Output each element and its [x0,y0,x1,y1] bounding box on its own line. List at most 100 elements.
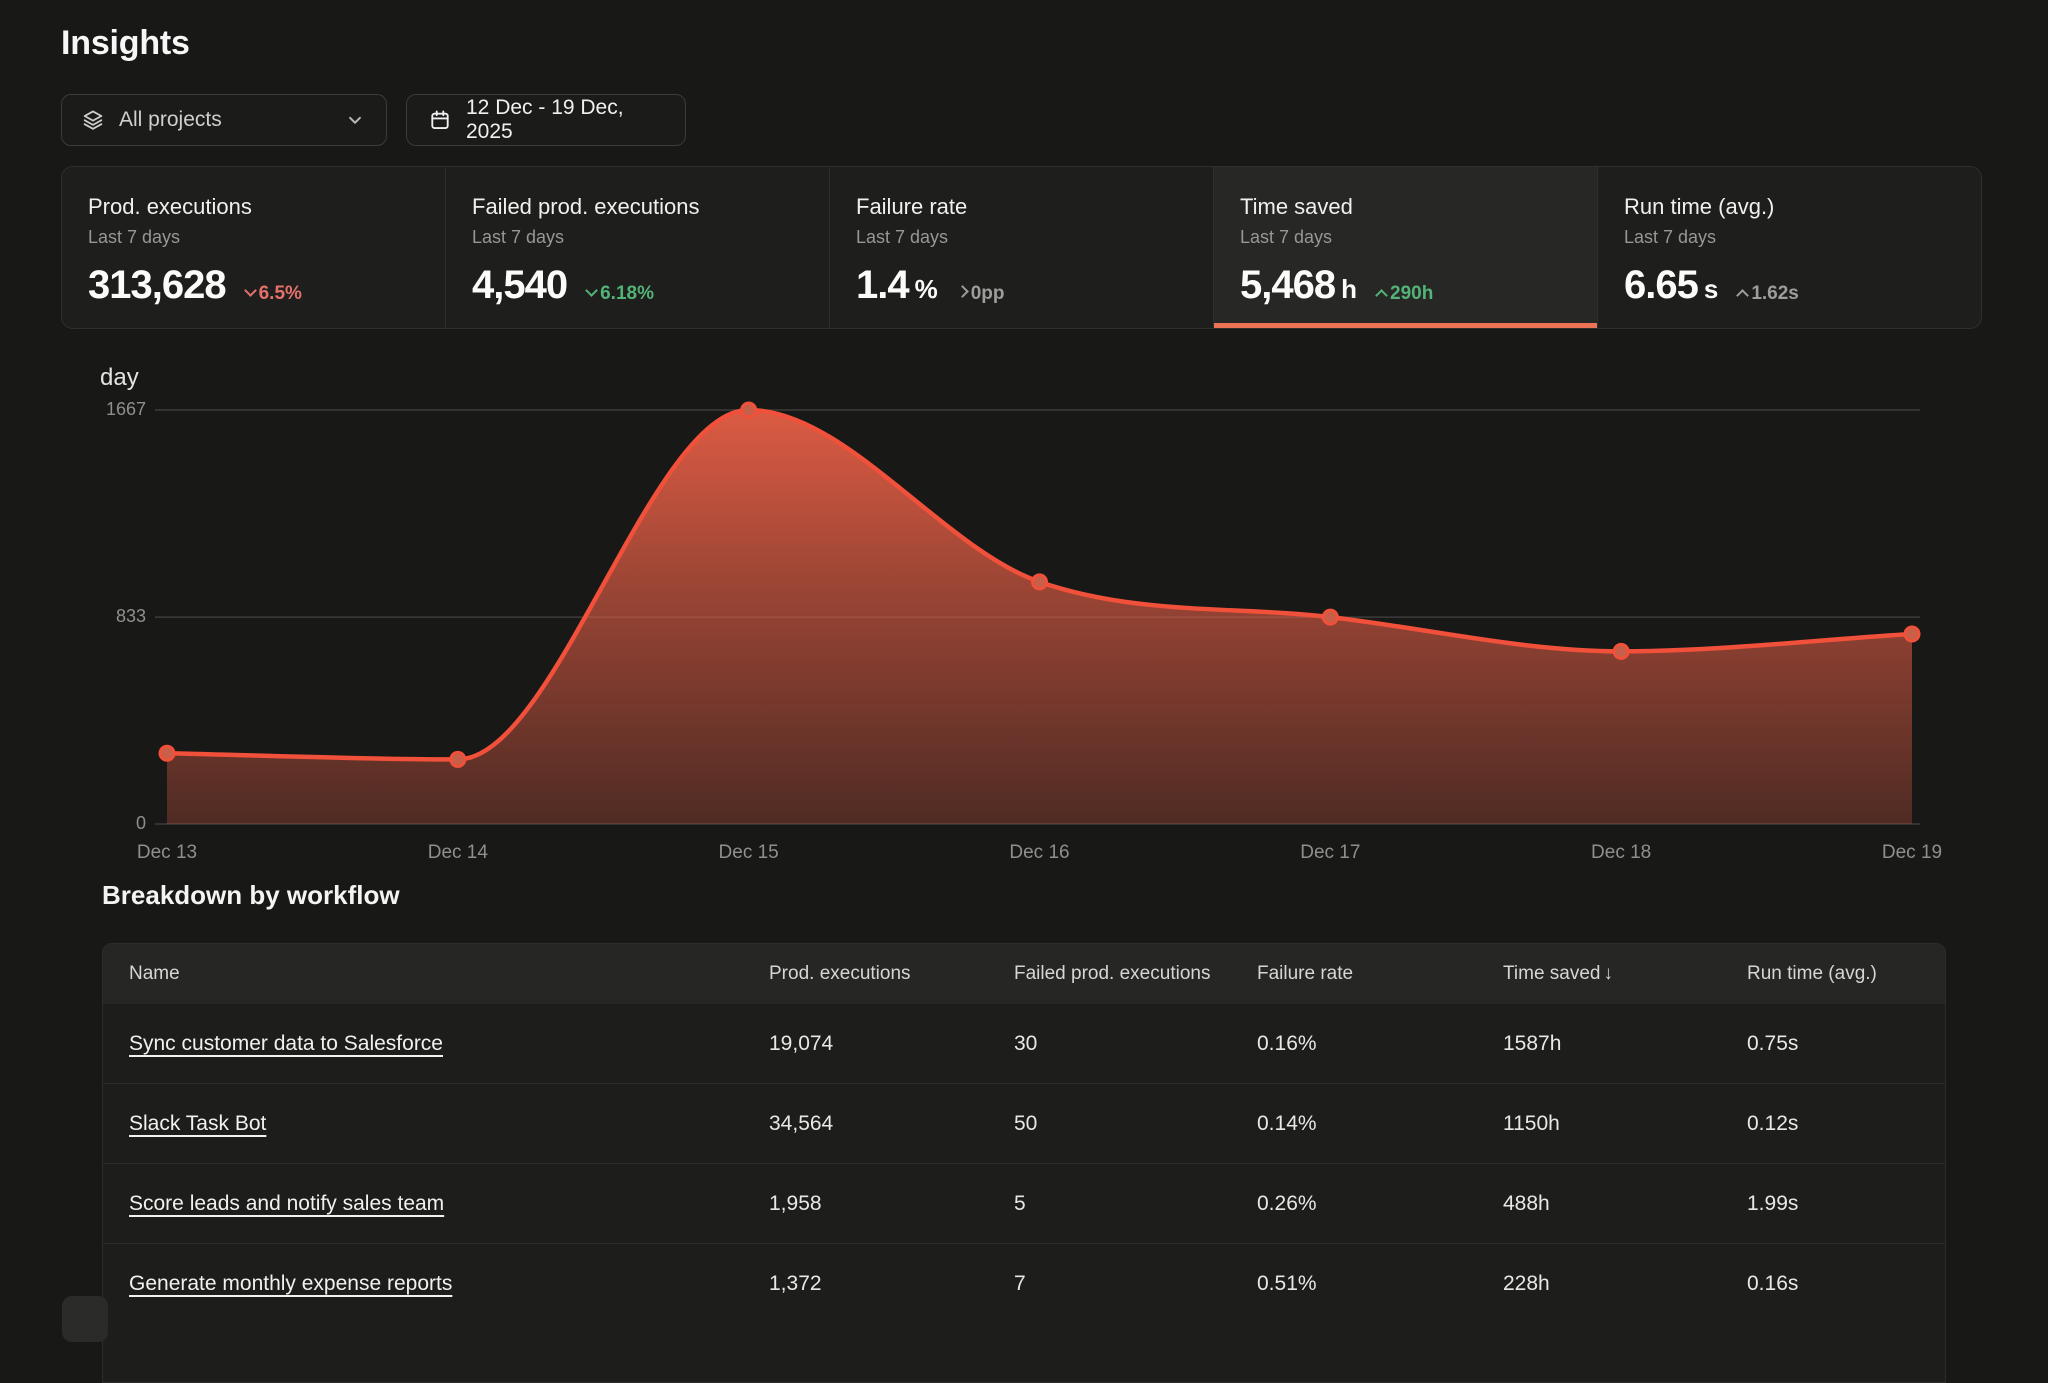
kpi-period: Last 7 days [472,227,799,248]
chart-point [1905,627,1919,641]
cell-prod-executions: 1,372 [769,1272,1014,1296]
page-title: Insights [61,24,190,63]
cell-failed-prod-executions: 50 [1014,1112,1257,1136]
kpi-card-row: Prod. executions Last 7 days 313,628 6.5… [61,166,1982,329]
kpi-delta-value: 0pp [971,283,1005,305]
kpi-delta-value: 6.5% [259,283,302,305]
trend-up-icon [1736,289,1749,302]
project-filter-value: All projects [119,108,222,132]
kpi-card-time-saved[interactable]: Time saved Last 7 days 5,468 h 290h [1213,167,1597,328]
x-axis-tick: Dec 16 [960,842,1120,864]
kpi-title: Failure rate [856,194,1183,220]
col-header-failure-rate[interactable]: Failure rate [1257,963,1503,985]
kpi-value: 5,468 [1240,263,1335,308]
kpi-delta: 6.5% [246,283,302,305]
kpi-value: 313,628 [88,263,226,308]
x-axis-tick: Dec 14 [378,842,538,864]
kpi-title: Prod. executions [88,194,415,220]
table-row: Generate monthly expense reports 1,372 7… [103,1243,1945,1323]
kpi-title: Run time (avg.) [1624,194,1951,220]
chart-point [1614,644,1628,658]
kpi-title: Failed prod. executions [472,194,799,220]
kpi-card-failed-prod-executions[interactable]: Failed prod. executions Last 7 days 4,54… [445,167,829,328]
cell-failed-prod-executions: 30 [1014,1032,1257,1056]
kpi-delta-value: 1.62s [1751,283,1799,305]
trend-up-icon [1375,289,1388,302]
help-button[interactable] [62,1296,108,1342]
col-header-time-saved-label: Time saved [1503,963,1601,984]
kpi-card-run-time[interactable]: Run time (avg.) Last 7 days 6.65 s 1.62s [1597,167,1981,328]
col-header-prod-executions[interactable]: Prod. executions [769,963,1014,985]
project-filter-select[interactable]: All projects [61,94,387,146]
kpi-delta-value: 6.18% [600,283,654,305]
sort-desc-indicator: ↓ [1604,963,1614,984]
trend-down-icon [244,284,257,297]
workflow-link[interactable]: Score leads and notify sales team [129,1192,444,1215]
kpi-delta-value: 290h [1390,283,1433,305]
kpi-unit: s [1704,274,1718,305]
kpi-delta: 290h [1377,283,1433,305]
col-header-run-time[interactable]: Run time (avg.) [1747,963,1945,985]
kpi-title: Time saved [1240,194,1567,220]
executions-area-chart [0,380,2048,850]
chart-point [1323,610,1337,624]
table-header-row: Name Prod. executions Failed prod. execu… [103,944,1945,1004]
y-axis-tick: 833 [58,606,146,627]
breakdown-heading: Breakdown by workflow [102,880,400,911]
kpi-card-failure-rate[interactable]: Failure rate Last 7 days 1.4 % 0pp [829,167,1213,328]
cell-failure-rate: 0.26% [1257,1192,1503,1216]
chart-point [742,403,756,417]
cell-prod-executions: 19,074 [769,1032,1014,1056]
cell-failure-rate: 0.14% [1257,1112,1503,1136]
cell-failed-prod-executions: 7 [1014,1272,1257,1296]
cell-run-time: 0.75s [1747,1032,1945,1056]
cell-run-time: 0.16s [1747,1272,1945,1296]
cell-failure-rate: 0.51% [1257,1272,1503,1296]
col-header-time-saved[interactable]: Time saved↓ [1503,963,1747,985]
cell-time-saved: 488h [1503,1192,1747,1216]
kpi-unit: h [1341,274,1357,305]
chart-point [1033,575,1047,589]
layers-icon [82,109,104,131]
trend-down-icon [585,284,598,297]
breakdown-table: Name Prod. executions Failed prod. execu… [102,943,1946,1383]
col-header-failed-prod-executions[interactable]: Failed prod. executions [1014,963,1257,985]
cell-time-saved: 1150h [1503,1112,1747,1136]
x-axis-tick: Dec 18 [1541,842,1701,864]
kpi-delta: 1.62s [1738,283,1799,305]
cell-prod-executions: 1,958 [769,1192,1014,1216]
table-row: Score leads and notify sales team 1,958 … [103,1163,1945,1243]
kpi-value: 6.65 [1624,263,1698,308]
date-range-value: 12 Dec - 19 Dec, 2025 [466,96,663,144]
workflow-link[interactable]: Sync customer data to Salesforce [129,1032,443,1055]
trend-flat-icon [956,285,969,298]
chart-point [451,752,465,766]
workflow-link[interactable]: Generate monthly expense reports [129,1272,452,1295]
kpi-card-prod-executions[interactable]: Prod. executions Last 7 days 313,628 6.5… [62,167,445,328]
chevron-down-icon [344,109,366,131]
cell-time-saved: 1587h [1503,1032,1747,1056]
col-header-name[interactable]: Name [103,963,769,985]
kpi-delta: 0pp [958,283,1005,305]
kpi-value: 1.4 [856,263,909,308]
y-axis-tick: 0 [58,813,146,834]
cell-time-saved: 228h [1503,1272,1747,1296]
kpi-period: Last 7 days [1240,227,1567,248]
x-axis-tick: Dec 19 [1832,842,1992,864]
kpi-value: 4,540 [472,263,567,308]
kpi-delta: 6.18% [587,283,654,305]
x-axis-tick: Dec 13 [87,842,247,864]
workflow-link[interactable]: Slack Task Bot [129,1112,266,1135]
cell-run-time: 1.99s [1747,1192,1945,1216]
kpi-period: Last 7 days [88,227,415,248]
kpi-period: Last 7 days [856,227,1183,248]
table-row: Slack Task Bot 34,564 50 0.14% 1150h 0.1… [103,1083,1945,1163]
table-row: Sync customer data to Salesforce 19,074 … [103,1004,1945,1083]
x-axis-tick: Dec 17 [1250,842,1410,864]
x-axis-tick: Dec 15 [669,842,829,864]
date-range-button[interactable]: 12 Dec - 19 Dec, 2025 [406,94,686,146]
kpi-unit: % [915,274,938,305]
chart-point [160,746,174,760]
kpi-period: Last 7 days [1624,227,1951,248]
cell-failed-prod-executions: 5 [1014,1192,1257,1216]
